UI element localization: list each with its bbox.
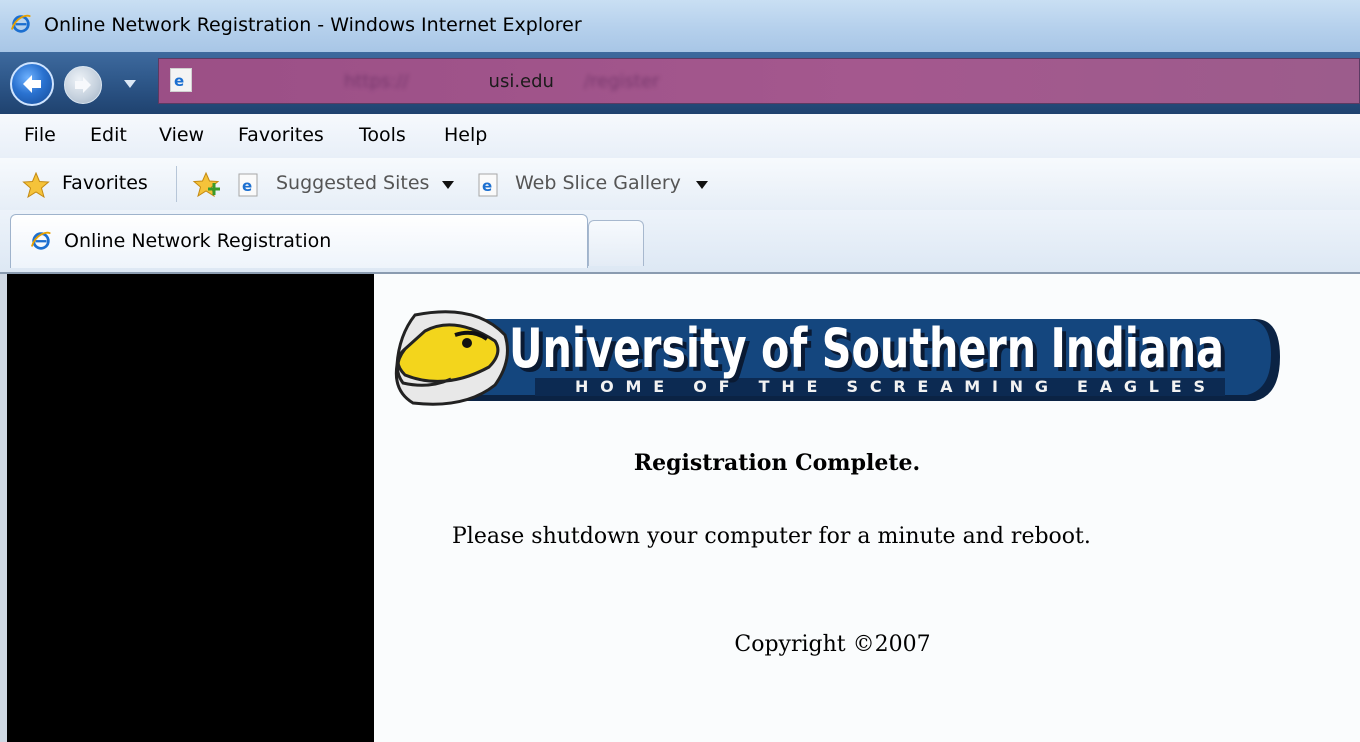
url-prefix: https:// <box>344 71 409 92</box>
menu-help[interactable]: Help <box>444 124 487 146</box>
arrow-right-icon <box>75 77 91 93</box>
menu-favorites[interactable]: Favorites <box>238 124 324 146</box>
copyright-text: Copyright ©2007 <box>734 632 931 657</box>
svg-text:e: e <box>242 177 252 195</box>
forward-button[interactable] <box>64 66 102 104</box>
favorites-button[interactable]: Favorites <box>22 170 157 200</box>
menu-file[interactable]: File <box>24 124 56 146</box>
ie-logo-icon <box>10 14 31 33</box>
address-bar[interactable] <box>158 58 1360 104</box>
menu-tools[interactable]: Tools <box>359 124 406 146</box>
tab-label: Online Network Registration <box>64 230 332 252</box>
window-border <box>0 274 7 742</box>
suggested-sites-link[interactable]: Suggested Sites <box>276 172 429 194</box>
web-slice-gallery-link[interactable]: Web Slice Gallery <box>515 172 681 194</box>
ie-page-icon: e <box>238 173 258 197</box>
back-button[interactable] <box>10 62 54 106</box>
new-tab-button[interactable] <box>588 220 644 266</box>
svg-text:e: e <box>174 72 184 90</box>
star-icon <box>22 172 50 198</box>
menu-view[interactable]: View <box>159 124 204 146</box>
chevron-down-icon[interactable] <box>441 180 455 190</box>
recent-pages-dropdown[interactable] <box>122 77 138 91</box>
url-path: /register <box>583 71 660 92</box>
add-to-favorites-icon[interactable] <box>192 171 222 199</box>
banner-title: University of Southern Indiana <box>509 317 1224 380</box>
ie-logo-icon <box>30 231 51 250</box>
ie-page-icon: e <box>174 72 184 90</box>
url-text[interactable]: https:// usi.edu/register <box>344 71 659 92</box>
favorites-label: Favorites <box>62 172 148 194</box>
window-title: Online Network Registration - Windows In… <box>44 14 582 36</box>
menu-edit[interactable]: Edit <box>90 124 127 146</box>
usi-banner-logo: University of Southern Indiana Universit… <box>394 310 1280 406</box>
chevron-down-icon[interactable] <box>695 180 709 190</box>
arrow-left-icon <box>23 75 41 93</box>
left-panel <box>7 274 374 742</box>
url-domain: usi.edu <box>488 71 554 92</box>
toolbar-divider <box>176 166 177 202</box>
reboot-message: Please shutdown your computer for a minu… <box>452 524 1091 549</box>
svg-text:e: e <box>482 177 492 195</box>
ie-page-icon: e <box>478 173 498 197</box>
registration-heading: Registration Complete. <box>633 450 921 476</box>
page-icon: e <box>170 68 192 92</box>
